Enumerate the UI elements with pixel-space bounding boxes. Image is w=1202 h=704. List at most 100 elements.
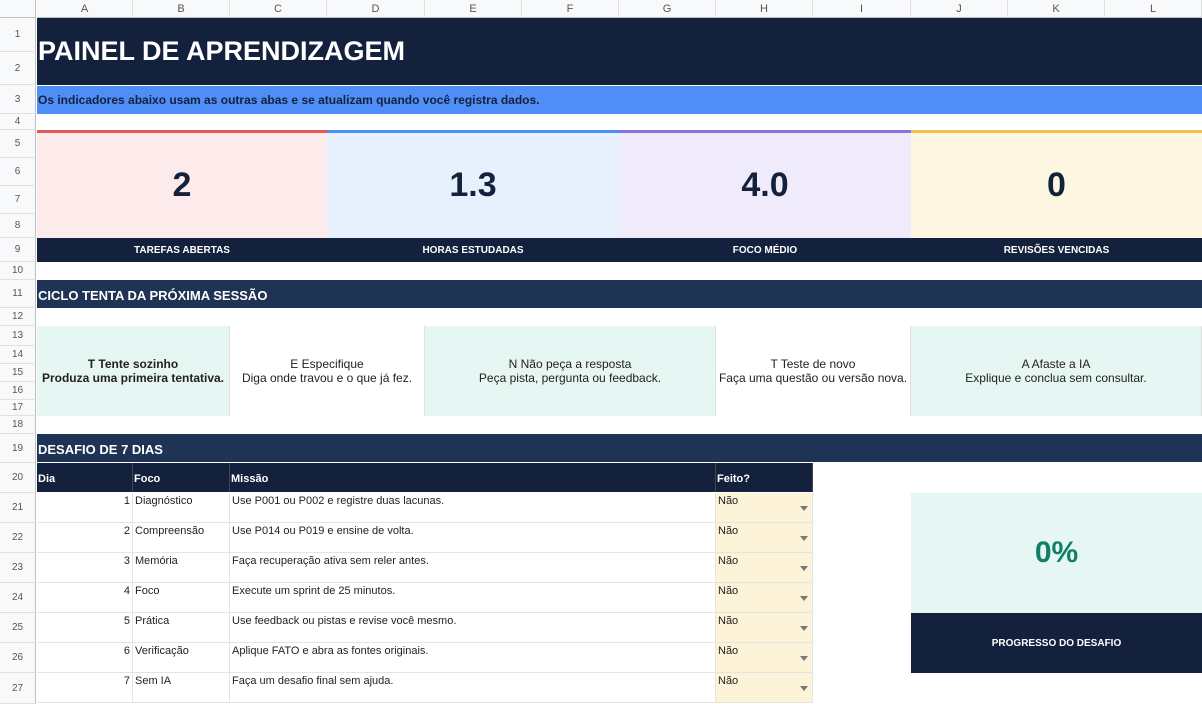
column-header[interactable]: H bbox=[716, 0, 813, 18]
mission-cell[interactable]: Faça recuperação ativa sem reler antes. bbox=[230, 553, 716, 583]
focus-cell[interactable]: Verificação bbox=[133, 643, 230, 673]
day-number-cell[interactable]: 4 bbox=[37, 583, 133, 613]
row-header[interactable]: 20 bbox=[0, 463, 36, 493]
day-number-cell[interactable]: 5 bbox=[37, 613, 133, 643]
row-header[interactable]: 22 bbox=[0, 523, 36, 553]
row-header[interactable]: 13 bbox=[0, 326, 36, 346]
done-dropdown[interactable]: Não bbox=[716, 673, 813, 703]
mission-cell[interactable]: Faça um desafio final sem ajuda. bbox=[230, 673, 716, 703]
row-header[interactable]: 10 bbox=[0, 262, 36, 280]
row-header[interactable]: 5 bbox=[0, 130, 36, 158]
desafio-section-banner bbox=[37, 434, 1202, 462]
done-dropdown-value: Não bbox=[718, 615, 739, 627]
done-dropdown-value: Não bbox=[718, 675, 739, 687]
day-number-cell[interactable]: 7 bbox=[37, 673, 133, 703]
focus-cell[interactable]: Compreensão bbox=[133, 523, 230, 553]
kpi-value: 4.0 bbox=[619, 130, 911, 238]
mission-cell[interactable]: Use P014 ou P019 e ensine de volta. bbox=[230, 523, 716, 553]
done-dropdown[interactable]: Não bbox=[716, 493, 813, 523]
mission-cell[interactable]: Use feedback ou pistas e revise você mes… bbox=[230, 613, 716, 643]
row-header[interactable]: 26 bbox=[0, 643, 36, 673]
column-header[interactable]: E bbox=[425, 0, 522, 18]
row-header[interactable]: 25 bbox=[0, 613, 36, 643]
dropdown-arrow-icon[interactable] bbox=[800, 536, 808, 541]
column-header[interactable]: G bbox=[619, 0, 716, 18]
day-number-cell[interactable]: 1 bbox=[37, 493, 133, 523]
row-header[interactable]: 1 bbox=[0, 18, 36, 52]
row-header[interactable]: 7 bbox=[0, 186, 36, 214]
done-dropdown-value: Não bbox=[718, 495, 739, 507]
row-header[interactable]: 9 bbox=[0, 238, 36, 262]
day-number-cell[interactable]: 6 bbox=[37, 643, 133, 673]
mission-cell[interactable]: Use P001 ou P002 e registre duas lacunas… bbox=[230, 493, 716, 523]
column-header[interactable]: B bbox=[133, 0, 230, 18]
row-header[interactable]: 19 bbox=[0, 434, 36, 463]
row-header[interactable]: 2 bbox=[0, 52, 36, 85]
kpi-label: FOCO MÉDIO bbox=[732, 244, 798, 256]
row-header[interactable]: 6 bbox=[0, 158, 36, 186]
focus-cell[interactable]: Foco bbox=[133, 583, 230, 613]
kpi-value: 1.3 bbox=[327, 130, 619, 238]
col-header-dia: Dia bbox=[37, 463, 133, 492]
column-header[interactable]: A bbox=[37, 0, 133, 18]
challenge-progress-value: 0% bbox=[911, 493, 1202, 613]
desafio-section-title: DESAFIO DE 7 DIAS bbox=[38, 442, 163, 457]
column-header[interactable]: C bbox=[230, 0, 327, 18]
focus-cell[interactable]: Diagnóstico bbox=[133, 493, 230, 523]
ciclo-step-body: Peça pista, pergunta ou feedback. bbox=[478, 371, 662, 385]
column-header[interactable]: F bbox=[522, 0, 619, 18]
kpi-value: 0 bbox=[911, 130, 1202, 238]
column-header[interactable]: I bbox=[813, 0, 911, 18]
done-dropdown[interactable]: Não bbox=[716, 553, 813, 583]
row-header[interactable]: 4 bbox=[0, 114, 36, 130]
focus-cell[interactable]: Memória bbox=[133, 553, 230, 583]
dashboard-subtitle: Os indicadores abaixo usam as outras aba… bbox=[38, 93, 540, 107]
row-header[interactable]: 23 bbox=[0, 553, 36, 583]
col-header-feito: Feito? bbox=[716, 463, 813, 492]
column-header[interactable]: D bbox=[327, 0, 425, 18]
day-number-cell[interactable]: 2 bbox=[37, 523, 133, 553]
column-header[interactable]: L bbox=[1105, 0, 1202, 18]
done-dropdown[interactable]: Não bbox=[716, 523, 813, 553]
select-all-corner[interactable] bbox=[0, 0, 36, 18]
done-dropdown[interactable]: Não bbox=[716, 643, 813, 673]
row-header[interactable]: 3 bbox=[0, 85, 36, 114]
row-header[interactable]: 27 bbox=[0, 673, 36, 704]
ciclo-step: T Tente sozinho Produza uma primeira tent… bbox=[37, 326, 230, 416]
dropdown-arrow-icon[interactable] bbox=[800, 626, 808, 631]
done-dropdown-value: Não bbox=[718, 645, 739, 657]
row-header[interactable]: 15 bbox=[0, 364, 36, 382]
focus-cell[interactable]: Prática bbox=[133, 613, 230, 643]
dropdown-arrow-icon[interactable] bbox=[800, 506, 808, 511]
kpi-label: HORAS ESTUDADAS bbox=[422, 244, 524, 256]
row-header[interactable]: 18 bbox=[0, 416, 36, 434]
done-dropdown-value: Não bbox=[718, 525, 739, 537]
row-header[interactable]: 14 bbox=[0, 346, 36, 364]
column-header[interactable]: K bbox=[1008, 0, 1105, 18]
ciclo-section-title: CICLO TENTA DA PRÓXIMA SESSÃO bbox=[38, 288, 268, 303]
kpi-label: TAREFAS ABERTAS bbox=[134, 244, 230, 256]
dropdown-arrow-icon[interactable] bbox=[800, 566, 808, 571]
col-header-missao: Missão bbox=[230, 463, 716, 492]
day-number-cell[interactable]: 3 bbox=[37, 553, 133, 583]
row-header[interactable]: 24 bbox=[0, 583, 36, 613]
ciclo-step: A Afaste a IA Explique e conclua sem cons… bbox=[911, 326, 1202, 416]
dropdown-arrow-icon[interactable] bbox=[800, 596, 808, 601]
mission-cell[interactable]: Aplique FATO e abra as fontes originais. bbox=[230, 643, 716, 673]
dashboard-title: PAINEL DE APRENDIZAGEM bbox=[38, 36, 406, 66]
row-header[interactable]: 21 bbox=[0, 493, 36, 523]
focus-cell[interactable]: Sem IA bbox=[133, 673, 230, 703]
row-header[interactable]: 8 bbox=[0, 214, 36, 238]
ciclo-step: E Especifique Diga onde travou e o que já… bbox=[230, 326, 425, 416]
ciclo-step-head: E Especifique bbox=[290, 357, 364, 371]
column-header[interactable]: J bbox=[911, 0, 1008, 18]
dropdown-arrow-icon[interactable] bbox=[800, 656, 808, 661]
row-header[interactable]: 17 bbox=[0, 400, 36, 416]
row-header[interactable]: 12 bbox=[0, 308, 36, 326]
done-dropdown[interactable]: Não bbox=[716, 583, 813, 613]
mission-cell[interactable]: Execute um sprint de 25 minutos. bbox=[230, 583, 716, 613]
done-dropdown[interactable]: Não bbox=[716, 613, 813, 643]
row-header[interactable]: 11 bbox=[0, 280, 36, 308]
dropdown-arrow-icon[interactable] bbox=[800, 686, 808, 691]
row-header[interactable]: 16 bbox=[0, 382, 36, 400]
